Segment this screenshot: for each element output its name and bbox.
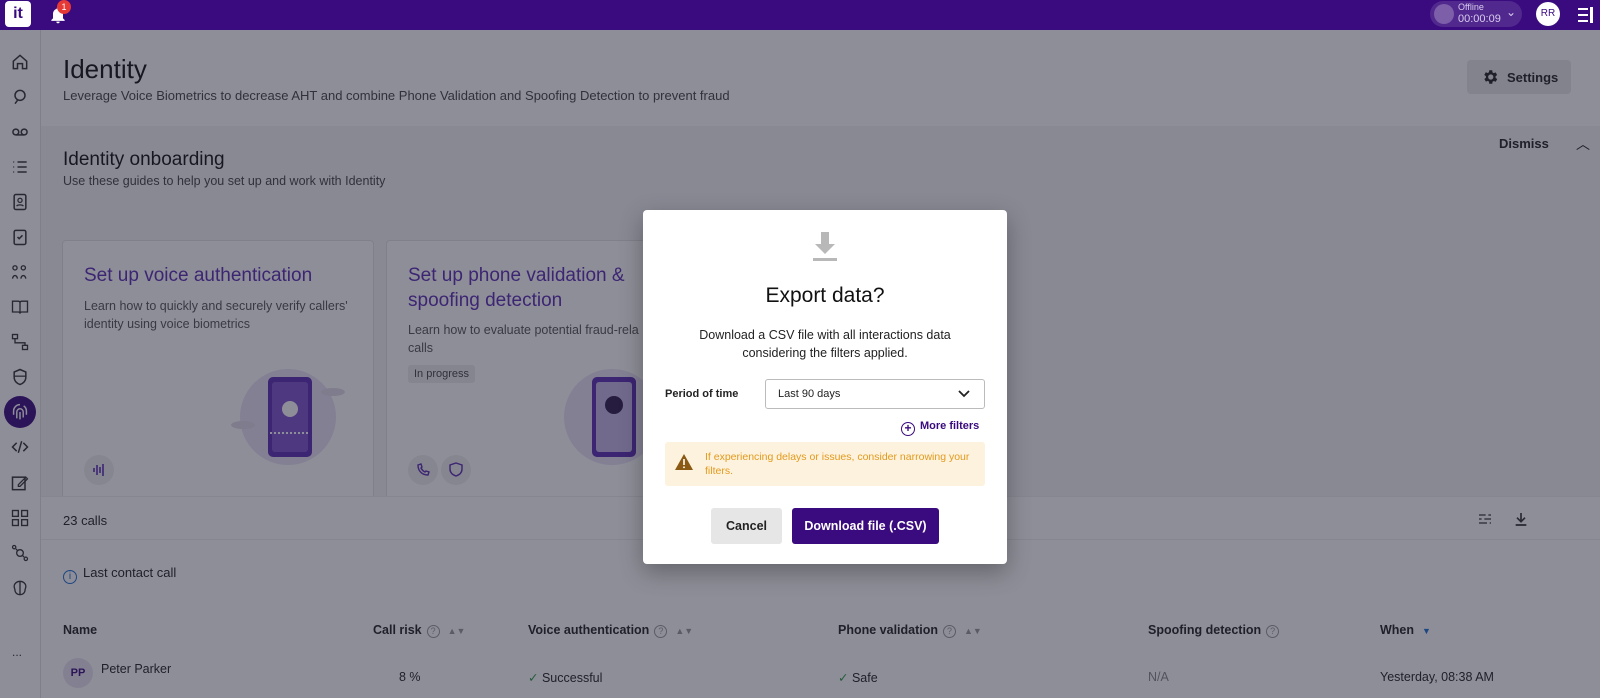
cancel-button[interactable]: Cancel (711, 508, 782, 544)
more-filters-button[interactable]: + More filters (901, 420, 979, 436)
period-label: Period of time (665, 388, 739, 400)
status-icon (1434, 4, 1454, 24)
status-timer: 00:00:09 (1458, 13, 1501, 25)
notification-badge: 1 (57, 0, 71, 14)
dialog-description: Download a CSV file with all interaction… (699, 328, 951, 360)
download-csv-button[interactable]: Download file (.CSV) (792, 508, 939, 544)
user-avatar[interactable]: RR (1536, 2, 1560, 26)
status-label: Offline (1458, 2, 1484, 12)
warning-banner: If experiencing delays or issues, consid… (665, 442, 985, 486)
chevron-down-icon: ⌄ (1506, 5, 1517, 19)
app-logo[interactable]: it (5, 1, 31, 27)
top-bar: it 1 Offline 00:00:09 ⌄ RR (0, 0, 1600, 30)
export-dialog: Export data? Download a CSV file with al… (643, 210, 1007, 564)
plus-circle-icon: + (901, 422, 915, 436)
download-icon (813, 232, 837, 261)
dialog-title: Export data? (765, 284, 885, 307)
warning-icon (675, 454, 693, 470)
panel-menu-icon[interactable] (1577, 6, 1595, 24)
warning-text: If experiencing delays or issues, consid… (705, 451, 970, 477)
period-select[interactable]: Last 90 days (765, 379, 985, 409)
period-value: Last 90 days (778, 388, 841, 400)
agent-status-selector[interactable]: Offline 00:00:09 ⌄ (1430, 1, 1522, 27)
chevron-down-icon (958, 390, 970, 398)
